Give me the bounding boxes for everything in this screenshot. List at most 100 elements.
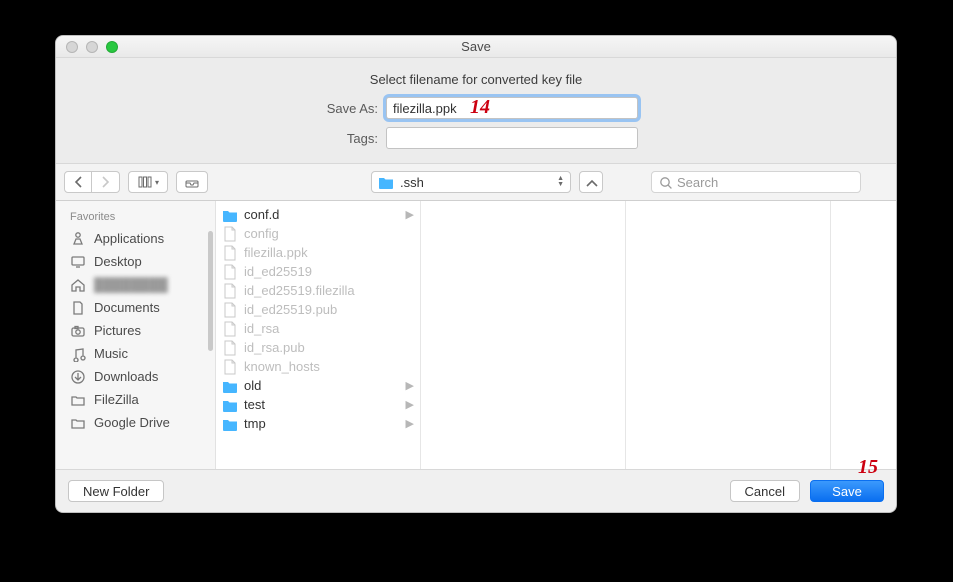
sidebar-item-label: Pictures [94,323,141,338]
file-icon [222,359,238,375]
path-dropdown[interactable]: .ssh ▲▼ [371,171,571,193]
sidebar-item[interactable]: Downloads [56,365,215,388]
file-row[interactable]: id_ed25519 [216,262,420,281]
sidebar-item[interactable]: Google Drive [56,411,215,434]
file-row[interactable]: id_rsa.pub [216,338,420,357]
chevron-right-icon [98,174,114,190]
folder-icon [70,392,86,408]
forward-button[interactable] [92,171,120,193]
sidebar-item-label: FileZilla [94,392,139,407]
file-label: id_ed25519.filezilla [244,283,355,298]
sidebar-header: Favorites [56,209,215,227]
file-icon [222,340,238,356]
file-icon [222,283,238,299]
tags-label: Tags: [66,131,386,146]
file-label: id_ed25519 [244,264,312,279]
folder-icon [222,207,238,223]
sidebar-item-label: Desktop [94,254,142,269]
music-icon [70,346,86,362]
chevron-right-icon: ▶ [406,379,414,392]
chevron-right-icon: ▶ [406,417,414,430]
sidebar-item[interactable]: Desktop [56,250,215,273]
file-icon [222,226,238,242]
chevron-right-icon: ▶ [406,398,414,411]
folder-icon [70,415,86,431]
sidebar-scrollbar[interactable] [208,231,213,351]
view-mode-dropdown[interactable]: ▾ [128,171,168,193]
file-label: filezilla.ppk [244,245,308,260]
folder-icon [378,174,394,190]
chevron-up-icon [584,175,598,189]
doc-icon [70,300,86,316]
file-row[interactable]: test ▶ [216,395,420,414]
sidebar-item-label: Applications [94,231,164,246]
collapse-button[interactable] [579,171,603,193]
folder-icon [222,378,238,394]
filename-input[interactable] [386,97,638,119]
file-icon [222,321,238,337]
file-row[interactable]: id_rsa [216,319,420,338]
file-row[interactable]: tmp▶ [216,414,420,433]
sidebar-item[interactable]: FileZilla [56,388,215,411]
sidebar-item[interactable]: Music [56,342,215,365]
desktop-icon [70,254,86,270]
file-icon [222,245,238,261]
file-browser: Favorites Applications Desktop ████████ Doc… [56,201,896,470]
sidebar-item-label: Downloads [94,369,158,384]
file-row[interactable]: id_ed25519.filezilla [216,281,420,300]
file-row[interactable]: id_ed25519.pub [216,300,420,319]
sidebar-item-label: Google Drive [94,415,170,430]
file-row[interactable]: conf.d ▶ [216,205,420,224]
columns-icon [137,174,153,190]
chevron-left-icon [70,174,86,190]
file-label: conf.d [244,207,279,222]
folder-icon [222,416,238,432]
file-label: old [244,378,261,393]
apps-icon [70,231,86,247]
tags-input[interactable] [386,127,638,149]
dialog-subtitle: Select filename for converted key file [56,58,896,97]
search-input[interactable]: Search [651,171,861,193]
file-label: known_hosts [244,359,320,374]
tray-icon [184,174,200,190]
titlebar: Save [56,36,896,58]
cancel-button[interactable]: Cancel [730,480,800,502]
chevron-right-icon: ▶ [406,208,414,221]
footer: New Folder Cancel 15 Save [56,470,896,512]
file-icon [222,264,238,280]
save-button[interactable]: Save [810,480,884,502]
folder-icon [222,397,238,413]
sidebar-item[interactable]: Pictures [56,319,215,342]
sidebar-item[interactable]: ████████ [56,273,215,296]
path-label: .ssh [400,175,424,190]
save-as-label: Save As: [66,101,386,116]
camera-icon [70,323,86,339]
file-label: config [244,226,279,241]
house-icon [70,277,86,293]
sidebar-item-label: ████████ [94,277,168,292]
sidebar: Favorites Applications Desktop ████████ Doc… [56,201,216,469]
sidebar-item-label: Documents [94,300,160,315]
download-icon [70,369,86,385]
file-label: id_rsa.pub [244,340,305,355]
toolbar: ▾ .ssh ▲▼ Search [56,163,896,201]
sidebar-item[interactable]: Documents [56,296,215,319]
file-row[interactable]: filezilla.ppk [216,243,420,262]
group-button[interactable] [176,171,208,193]
save-dialog: Save Select filename for converted key f… [55,35,897,513]
file-row[interactable]: known_hosts [216,357,420,376]
search-icon [658,175,672,189]
nav-back-forward [64,171,120,193]
file-icon [222,302,238,318]
file-row[interactable]: config [216,224,420,243]
file-label: test [244,397,265,412]
file-row[interactable]: old ▶ [216,376,420,395]
search-placeholder: Search [677,175,718,190]
file-column: conf.d ▶ config filezilla.ppk id_ed25519 id_e… [216,201,421,469]
new-folder-button[interactable]: New Folder [68,480,164,502]
back-button[interactable] [64,171,92,193]
window-title: Save [56,39,896,54]
file-column-empty [421,201,896,469]
sidebar-item[interactable]: Applications [56,227,215,250]
file-label: id_rsa [244,321,279,336]
